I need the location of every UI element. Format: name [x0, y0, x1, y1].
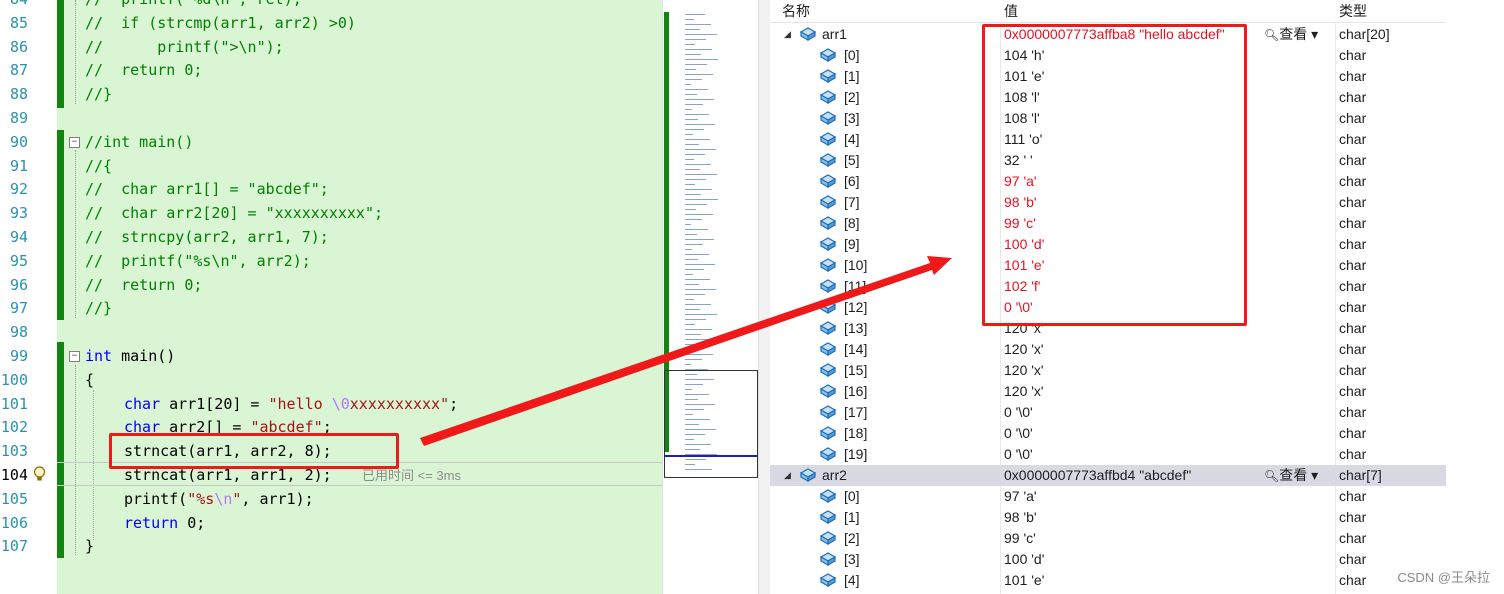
annotation-arrow — [420, 256, 952, 446]
watermark: CSDN @王朵拉 — [1397, 570, 1490, 585]
